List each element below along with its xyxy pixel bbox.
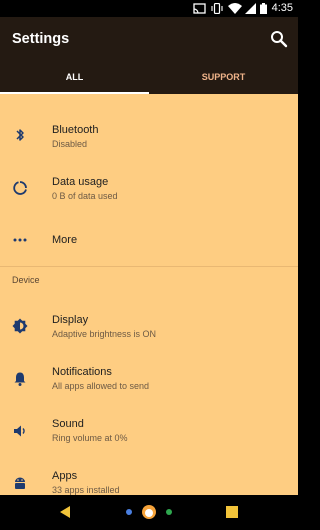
setting-bluetooth[interactable]: Bluetooth Disabled (0, 114, 298, 158)
setting-notifications[interactable]: Notifications All apps allowed to send (0, 356, 298, 400)
setting-title: More (52, 234, 78, 246)
setting-title: Sound (52, 418, 84, 430)
tab-support[interactable]: SUPPORT (149, 61, 298, 94)
setting-title: Notifications (52, 366, 112, 378)
setting-subtitle: 33 apps installed (52, 485, 120, 495)
volume-icon (14, 425, 25, 437)
setting-data-usage[interactable]: Data usage 0 B of data used (0, 166, 298, 210)
android-icon (15, 477, 25, 489)
setting-display[interactable]: Display Adaptive brightness is ON (0, 304, 298, 348)
home-icon[interactable] (120, 501, 178, 523)
back-icon[interactable] (58, 505, 72, 519)
signal-icon (245, 3, 256, 14)
recents-icon[interactable] (226, 506, 238, 518)
setting-title: Display (52, 314, 89, 326)
setting-subtitle: All apps allowed to send (52, 381, 150, 391)
wifi-icon (228, 3, 242, 14)
bell-icon (14, 372, 26, 386)
setting-subtitle: Ring volume at 0% (52, 433, 128, 443)
tab-bar: ALL SUPPORT (0, 61, 298, 94)
bluetooth-icon (16, 129, 24, 141)
setting-title: Bluetooth (52, 124, 99, 136)
navigation-bar (0, 495, 298, 530)
battery-icon (260, 3, 267, 14)
setting-subtitle: Adaptive brightness is ON (52, 329, 157, 339)
section-header-device: Device (12, 275, 40, 285)
status-bar: 4:35 (0, 0, 298, 17)
setting-subtitle: 0 B of data used (52, 191, 118, 201)
setting-apps[interactable]: Apps 33 apps installed (0, 460, 298, 495)
tab-all[interactable]: ALL (0, 61, 149, 94)
setting-more[interactable]: More (0, 220, 298, 260)
setting-subtitle: Disabled (52, 139, 88, 149)
setting-title: Apps (52, 470, 78, 482)
setting-title: Data usage (52, 176, 109, 188)
brightness-icon (12, 318, 28, 334)
cast-icon (193, 3, 206, 14)
search-icon[interactable] (268, 28, 290, 50)
section-divider (0, 266, 298, 267)
page-title: Settings (12, 31, 70, 47)
data-usage-icon (13, 181, 27, 195)
settings-list[interactable]: Bluetooth Disabled Data usage 0 B of dat… (0, 94, 298, 495)
more-dots-icon (13, 238, 27, 242)
app-bar: Settings ALL SUPPORT (0, 17, 298, 94)
status-time: 4:35 (271, 2, 293, 14)
setting-sound[interactable]: Sound Ring volume at 0% (0, 408, 298, 452)
vibrate-icon (211, 3, 223, 14)
